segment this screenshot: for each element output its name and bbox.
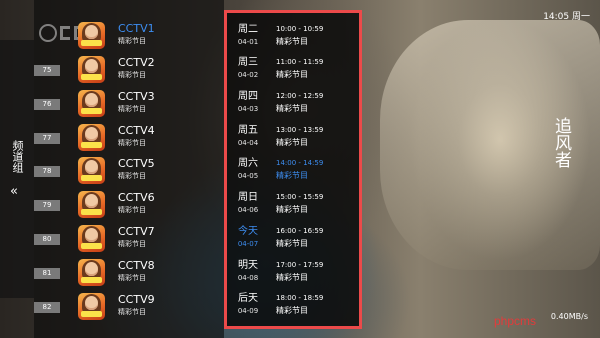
network-speed: 0.40MB/s	[550, 312, 588, 321]
channel-name: CCTV8	[118, 259, 155, 272]
schedule-date: 04-08	[237, 274, 259, 282]
channel-row[interactable]: 80 CCTV7 精彩节目	[34, 225, 224, 255]
program-title: 精彩节目	[276, 171, 308, 180]
channel-name: CCTV9	[118, 293, 155, 306]
schedule-day: 周四	[238, 91, 258, 102]
schedule-row[interactable]: 周五 04-04 13:00 - 13:59 精彩节目	[236, 124, 358, 154]
show-poster-icon	[78, 90, 105, 117]
channel-name: CCTV5	[118, 157, 155, 170]
schedule-row[interactable]: 周三 04-02 11:00 - 11:59 精彩节目	[236, 56, 358, 86]
channel-number: 79	[34, 200, 60, 211]
program-title: 精彩节目	[276, 239, 308, 248]
channel-current-program: 精彩节目	[118, 105, 146, 113]
schedule-row[interactable]: 今天 04-07 16:00 - 16:59 精彩节目	[236, 225, 358, 255]
channel-number: 80	[34, 234, 60, 245]
program-time: 17:00 - 17:59	[276, 261, 324, 269]
schedule-row[interactable]: 周四 04-03 12:00 - 12:59 精彩节目	[236, 90, 358, 120]
program-title: 精彩节目	[276, 205, 308, 214]
show-poster-icon	[78, 225, 105, 252]
channel-name: CCTV3	[118, 90, 155, 103]
channel-current-program: 精彩节目	[118, 172, 146, 180]
schedule-date: 04-04	[237, 139, 259, 147]
expand-arrow-icon[interactable]: «	[10, 184, 18, 199]
schedule-date: 04-05	[237, 172, 259, 180]
program-time: 16:00 - 16:59	[276, 227, 324, 235]
channel-name: CCTV1	[118, 22, 155, 35]
schedule-day: 周二	[238, 24, 258, 35]
channel-row[interactable]: 79 CCTV6 精彩节目	[34, 191, 224, 221]
channel-row[interactable]: 78 CCTV5 精彩节目	[34, 157, 224, 187]
program-title: 精彩节目	[276, 273, 308, 282]
schedule-row[interactable]: 周日 04-06 15:00 - 15:59 精彩节目	[236, 191, 358, 221]
program-title: 精彩节目	[276, 306, 308, 315]
channel-current-program: 精彩节目	[118, 139, 146, 147]
program-time: 10:00 - 10:59	[276, 25, 324, 33]
schedule-row[interactable]: 周二 04-01 10:00 - 10:59 精彩节目	[236, 23, 358, 53]
program-title: 精彩节目	[276, 37, 308, 46]
channel-current-program: 精彩节目	[118, 206, 146, 214]
program-time: 15:00 - 15:59	[276, 193, 324, 201]
schedule-day: 今天	[238, 226, 258, 237]
channel-row[interactable]: 76 CCTV3 精彩节目	[34, 90, 224, 120]
show-poster-icon	[78, 22, 105, 49]
schedule-day: 周日	[238, 192, 258, 203]
channel-group-label[interactable]: 频道组	[9, 140, 25, 173]
channel-row[interactable]: CCTV1 精彩节目	[34, 22, 224, 52]
show-poster-icon	[78, 56, 105, 83]
program-title: 精彩节目	[276, 70, 308, 79]
schedule-date: 04-06	[237, 206, 259, 214]
program-title: 精彩节目	[276, 138, 308, 147]
channel-number: 77	[34, 133, 60, 144]
status-clock: 14:05 周一	[543, 12, 590, 22]
program-time: 18:00 - 18:59	[276, 294, 324, 302]
schedule-date: 04-03	[237, 105, 259, 113]
channel-row[interactable]: 81 CCTV8 精彩节目	[34, 259, 224, 289]
channel-number: 75	[34, 65, 60, 76]
channel-number: 82	[34, 302, 60, 313]
channel-number: 81	[34, 268, 60, 279]
channel-row[interactable]: 77 CCTV4 精彩节目	[34, 124, 224, 154]
show-poster-icon	[78, 191, 105, 218]
program-time: 12:00 - 12:59	[276, 92, 324, 100]
program-title: 精彩节目	[276, 104, 308, 113]
schedule-day: 明天	[238, 260, 258, 271]
show-poster-icon	[78, 259, 105, 286]
channel-number: 78	[34, 166, 60, 177]
channel-current-program: 精彩节目	[118, 37, 146, 45]
channel-current-program: 精彩节目	[118, 274, 146, 282]
channel-name: CCTV6	[118, 191, 155, 204]
channel-current-program: 精彩节目	[118, 308, 146, 316]
schedule-row[interactable]: 周六 04-05 14:00 - 14:59 精彩节目	[236, 157, 358, 187]
show-poster-icon	[78, 293, 105, 320]
channel-row[interactable]: 75 CCTV2 精彩节目	[34, 56, 224, 86]
show-poster-icon	[78, 124, 105, 151]
channel-name: CCTV4	[118, 124, 155, 137]
schedule-date: 04-01	[237, 38, 259, 46]
channel-row[interactable]: 82 CCTV9 精彩节目	[34, 293, 224, 323]
schedule-date: 04-07	[237, 240, 259, 248]
schedule-row[interactable]: 后天 04-09 18:00 - 18:59 精彩节目	[236, 292, 358, 322]
program-time: 11:00 - 11:59	[276, 58, 324, 66]
schedule-date: 04-02	[237, 71, 259, 79]
channel-current-program: 精彩节目	[118, 240, 146, 248]
schedule-day: 周五	[238, 125, 258, 136]
show-title-watermark: 追风者	[551, 117, 571, 168]
schedule-day: 后天	[238, 293, 258, 304]
channel-name: CCTV7	[118, 225, 155, 238]
channel-name: CCTV2	[118, 56, 155, 69]
schedule-day: 周六	[238, 158, 258, 169]
schedule-day: 周三	[238, 57, 258, 68]
schedule-date: 04-09	[237, 307, 259, 315]
site-watermark: phpcms	[494, 314, 537, 328]
program-time: 13:00 - 13:59	[276, 126, 324, 134]
show-poster-icon	[78, 157, 105, 184]
program-time: 14:00 - 14:59	[276, 159, 324, 167]
schedule-row[interactable]: 明天 04-08 17:00 - 17:59 精彩节目	[236, 259, 358, 289]
channel-number: 76	[34, 99, 60, 110]
channel-current-program: 精彩节目	[118, 71, 146, 79]
